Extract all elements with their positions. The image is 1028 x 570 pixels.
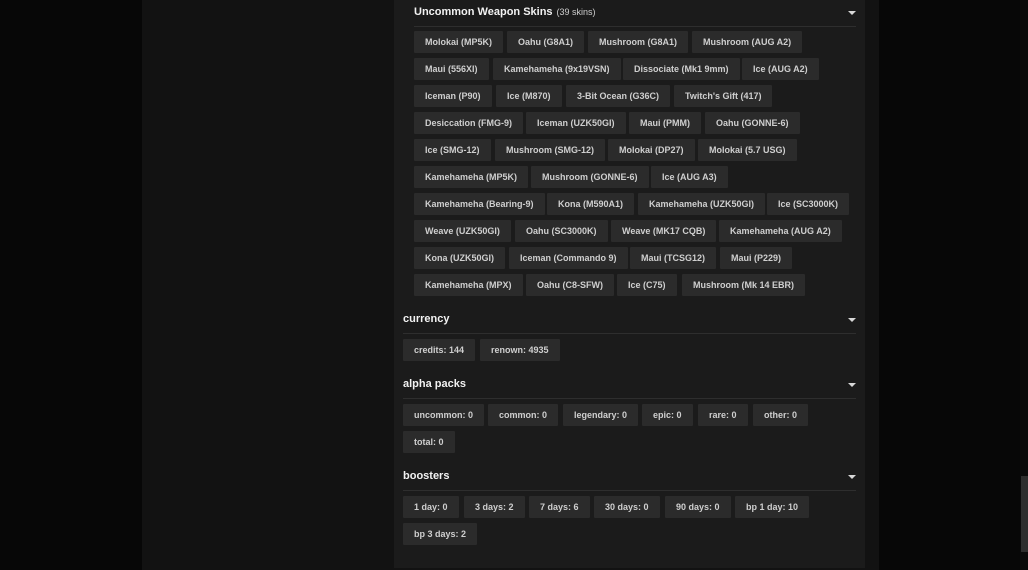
skin-chip[interactable]: Ice (SC3000K) bbox=[767, 193, 850, 215]
currency-chip[interactable]: renown: 4935 bbox=[480, 339, 560, 361]
skin-chip[interactable]: Iceman (P90) bbox=[414, 85, 492, 107]
skin-chip[interactable]: Ice (C75) bbox=[617, 274, 677, 296]
skin-chip[interactable]: Oahu (SC3000K) bbox=[515, 220, 608, 242]
weapon-skins-title: Uncommon Weapon Skins (39 skins) bbox=[414, 6, 596, 18]
booster-chip[interactable]: 90 days: 0 bbox=[665, 496, 731, 518]
right-margin bbox=[879, 0, 1020, 570]
skin-chip[interactable]: Kamehameha (9x19VSN) bbox=[493, 58, 621, 80]
skin-chip[interactable]: 3-Bit Ocean (G36C) bbox=[566, 85, 671, 107]
skin-chip[interactable]: Mushroom (Mk 14 EBR) bbox=[682, 274, 806, 296]
skin-chip[interactable]: Maui (P229) bbox=[720, 247, 793, 269]
skin-chip[interactable]: Ice (AUG A2) bbox=[742, 58, 819, 80]
skin-chip[interactable]: Oahu (GONNE-6) bbox=[705, 112, 800, 134]
skin-chip[interactable]: Ice (SMG-12) bbox=[414, 139, 491, 161]
skin-chip[interactable]: Kamehameha (MPX) bbox=[414, 274, 523, 296]
chevron-down-icon[interactable] bbox=[848, 475, 856, 479]
booster-chip[interactable]: 3 days: 2 bbox=[464, 496, 525, 518]
alpha-pack-chip[interactable]: legendary: 0 bbox=[563, 404, 639, 426]
skin-chip[interactable]: Kamehameha (UZK50GI) bbox=[638, 193, 766, 215]
chevron-down-icon[interactable] bbox=[848, 383, 856, 387]
booster-chip[interactable]: 30 days: 0 bbox=[594, 496, 660, 518]
boosters-header[interactable]: boosters bbox=[403, 464, 856, 491]
skin-chip[interactable]: Iceman (Commando 9) bbox=[509, 247, 628, 269]
skin-chip[interactable]: Kamehameha (Bearing-9) bbox=[414, 193, 545, 215]
booster-chip[interactable]: 1 day: 0 bbox=[403, 496, 459, 518]
skin-chip[interactable]: Molokai (5.7 USG) bbox=[698, 139, 797, 161]
alpha-pack-chip[interactable]: other: 0 bbox=[753, 404, 809, 426]
alpha-pack-chip[interactable]: epic: 0 bbox=[642, 404, 693, 426]
skin-chip[interactable]: Kamehameha (MP5K) bbox=[414, 166, 529, 188]
currency-title: currency bbox=[403, 313, 450, 325]
skin-chip[interactable]: Maui (556XI) bbox=[414, 58, 489, 80]
skin-chip[interactable]: Weave (MK17 CQB) bbox=[611, 220, 717, 242]
scrollbar-thumb[interactable] bbox=[1021, 476, 1028, 552]
currency-header[interactable]: currency bbox=[403, 307, 856, 334]
skin-chip[interactable]: Maui (PMM) bbox=[629, 112, 701, 134]
chevron-down-icon[interactable] bbox=[848, 11, 856, 15]
skin-chip[interactable]: Dissociate (Mk1 9mm) bbox=[623, 58, 740, 80]
skin-chip[interactable]: Kona (UZK50GI) bbox=[414, 247, 506, 269]
weapon-skins-count: (39 skins) bbox=[556, 7, 596, 17]
alpha-packs-title: alpha packs bbox=[403, 378, 466, 390]
skin-chip[interactable]: Ice (AUG A3) bbox=[651, 166, 728, 188]
booster-chip[interactable]: 7 days: 6 bbox=[529, 496, 590, 518]
alpha-packs-header[interactable]: alpha packs bbox=[403, 372, 856, 399]
booster-chip[interactable]: bp 3 days: 2 bbox=[403, 523, 478, 545]
skin-chip[interactable]: Mushroom (G8A1) bbox=[588, 31, 689, 53]
skin-chip[interactable]: Maui (TCSG12) bbox=[630, 247, 717, 269]
skin-chip[interactable]: Kona (M590A1) bbox=[547, 193, 635, 215]
skin-chip[interactable]: Desiccation (FMG-9) bbox=[414, 112, 524, 134]
skin-chip[interactable]: Iceman (UZK50GI) bbox=[526, 112, 626, 134]
alpha-pack-chip[interactable]: total: 0 bbox=[403, 431, 455, 453]
chevron-down-icon[interactable] bbox=[848, 318, 856, 322]
skin-chip[interactable]: Weave (UZK50GI) bbox=[414, 220, 511, 242]
skin-chip[interactable]: Molokai (DP27) bbox=[608, 139, 695, 161]
skin-chip[interactable]: Mushroom (SMG-12) bbox=[495, 139, 606, 161]
alpha-pack-chip[interactable]: rare: 0 bbox=[698, 404, 748, 426]
left-margin bbox=[0, 0, 142, 570]
weapon-skins-header[interactable]: Uncommon Weapon Skins (39 skins) bbox=[414, 0, 856, 27]
booster-chip[interactable]: bp 1 day: 10 bbox=[735, 496, 810, 518]
boosters-title: boosters bbox=[403, 470, 450, 482]
skin-chip[interactable]: Oahu (G8A1) bbox=[507, 31, 585, 53]
skin-chip[interactable]: Mushroom (GONNE-6) bbox=[531, 166, 649, 188]
skin-chip[interactable]: Mushroom (AUG A2) bbox=[692, 31, 803, 53]
currency-chip[interactable]: credits: 144 bbox=[403, 339, 476, 361]
skin-chip[interactable]: Molokai (MP5K) bbox=[414, 31, 504, 53]
skin-chip[interactable]: Oahu (C8-SFW) bbox=[526, 274, 614, 296]
skin-chip[interactable]: Kamehameha (AUG A2) bbox=[719, 220, 842, 242]
alpha-pack-chip[interactable]: uncommon: 0 bbox=[403, 404, 485, 426]
alpha-pack-chip[interactable]: common: 0 bbox=[488, 404, 559, 426]
skin-chip[interactable]: Twitch's Gift (417) bbox=[674, 85, 773, 107]
skin-chip[interactable]: Ice (M870) bbox=[496, 85, 562, 107]
